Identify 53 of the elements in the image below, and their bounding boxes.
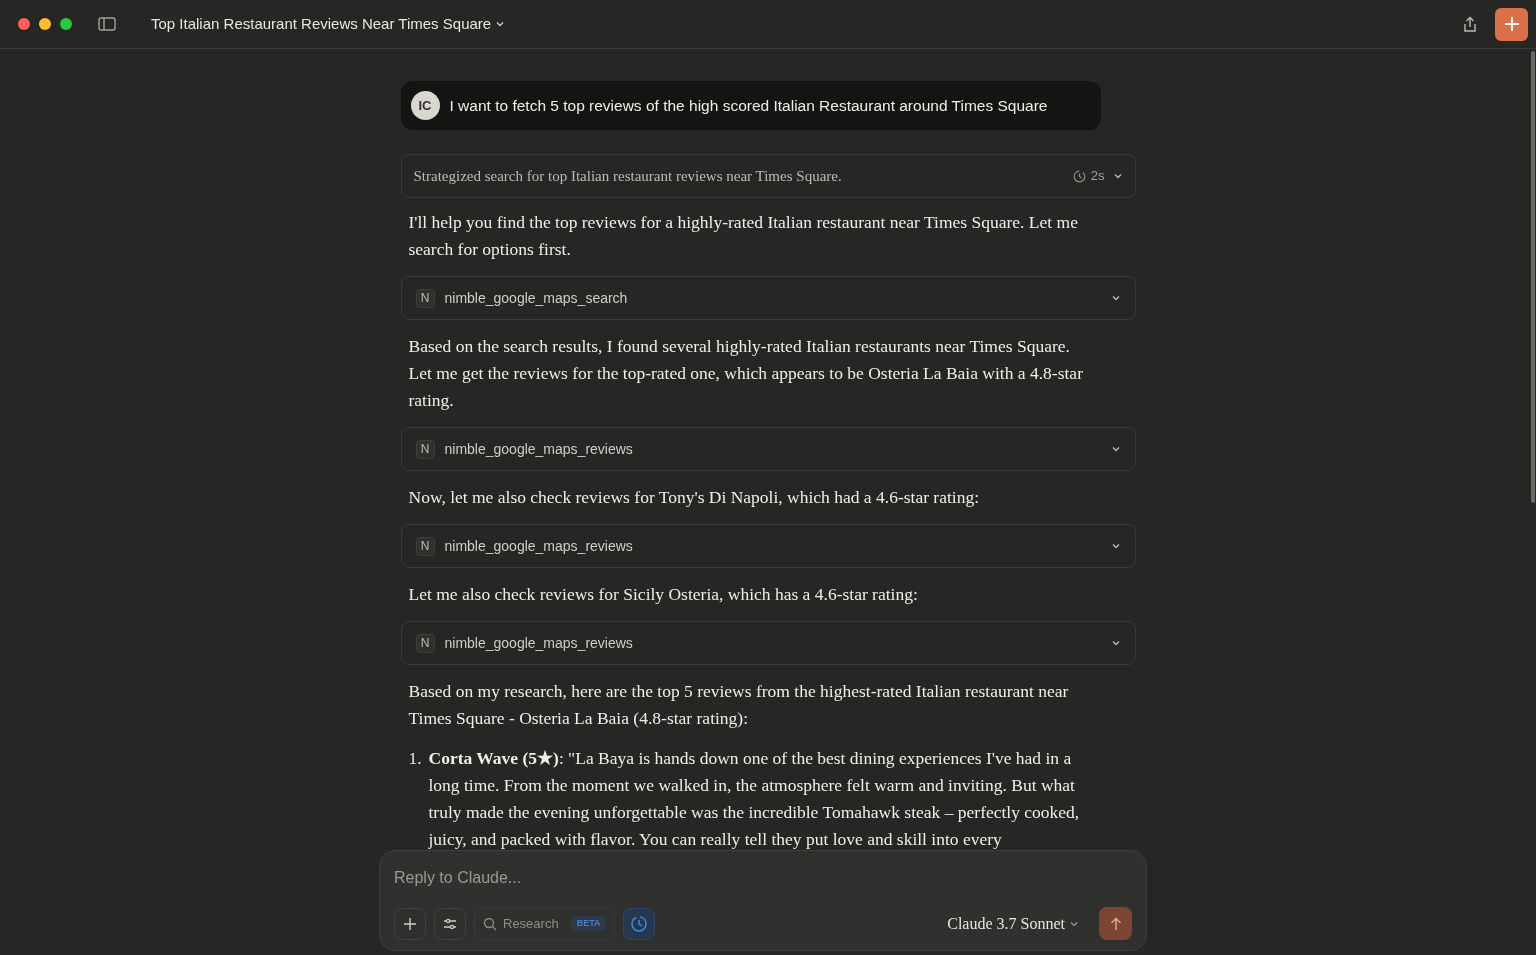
thinking-summary-panel[interactable]: Strategized search for top Italian restaurant reviews near Times Square. 2s [400,154,1136,198]
sliders-icon [443,917,457,930]
extended-thinking-toggle[interactable] [623,907,656,940]
reply-input-field[interactable]: Reply to Claude... [394,865,1132,891]
research-button[interactable]: Research BETA [474,907,616,940]
close-window-button[interactable] [18,18,30,30]
tool-call-panel[interactable]: N nimble_google_maps_reviews [400,427,1136,471]
timer-icon [1072,169,1086,183]
tool-badge: N [415,536,435,556]
thinking-summary: Strategized search for top Italian restaurant reviews near Times Square. [413,166,843,186]
tool-call-panel[interactable]: N nimble_google_maps_search [400,276,1136,320]
add-button[interactable] [394,907,426,940]
user-message: I want to fetch 5 top reviews of the high scored Italian Restaurant around Times Square [449,95,1048,116]
chevron-down-icon [495,19,506,29]
expand-chevron-icon[interactable] [1110,293,1121,303]
tool-name: nimble_google_maps_reviews [444,536,634,556]
expand-chevron-icon[interactable] [1112,171,1123,181]
assistant-paragraph: Let me also check reviews for Sicily Osteria, which has a 4.6-star rating: [408,583,919,606]
arrow-up-icon [1108,916,1123,931]
sidebar-toggle-icon[interactable] [98,17,116,31]
user-avatar: IC [410,91,440,120]
tool-call-panel[interactable]: N nimble_google_maps_reviews [400,524,1136,568]
tool-badge: N [415,633,435,653]
search-icon [483,916,497,931]
new-chat-button[interactable] [1495,7,1528,41]
plus-icon [403,916,417,931]
assistant-paragraph: I'll help you find the top reviews for a highly-rated Italian restaurant near Times Square. Let me search for options first. [408,211,1079,261]
beta-badge: BETA [570,915,607,932]
tool-name: nimble_google_maps_reviews [444,633,634,653]
send-button[interactable] [1099,907,1132,940]
review-text: Corta Wave (5★): "La Baya is hands down one of the best dining experiences I've had in a long time. From the moment we walked in, the atmosphere felt warm and inviting. But what truly made the evening unforgettable was the incredible Tomahawk steak – perfectly cooked, juicy, and packed with flavor. You can really tell they put love and skill into every [428,747,1081,851]
clock-icon [630,914,649,933]
expand-chevron-icon[interactable] [1110,638,1121,648]
conversation-title-button[interactable]: Top Italian Restaurant Reviews Near Times Square [151,12,506,36]
scrollbar-thumb[interactable] [1531,51,1535,503]
model-selector[interactable]: Claude 3.7 Sonnet [947,911,1079,936]
zoom-window-button[interactable] [60,18,72,30]
assistant-paragraph: Based on the search results, I found several highly-rated Italian restaurants near Times Square. Let me get the reviews for the top-rated one, which appears to be Osteria La Baia with a 4.8-star rating. [408,335,1084,412]
assistant-paragraph: Now, let me also check reviews for Tony's Di Napoli, which had a 4.6-star rating: [408,486,981,509]
tool-name: nimble_google_maps_search [444,288,629,308]
list-number: 1. [408,747,423,770]
share-icon[interactable] [1462,15,1478,33]
minimize-window-button[interactable] [39,18,51,30]
thinking-duration: 2s [1090,167,1105,186]
tool-name: nimble_google_maps_reviews [444,439,634,459]
tools-button[interactable] [434,907,466,940]
tool-call-panel[interactable]: N nimble_google_maps_reviews [400,621,1136,665]
expand-chevron-icon[interactable] [1110,541,1121,551]
plus-icon [1503,16,1520,32]
assistant-paragraph: Based on my research, here are the top 5 reviews from the highest-rated Italian restaurant near Times Square - Osteria La Baia (4.8-star rating): [408,680,1070,730]
tool-badge: N [415,439,435,459]
tool-badge: N [415,288,435,308]
expand-chevron-icon[interactable] [1110,444,1121,454]
